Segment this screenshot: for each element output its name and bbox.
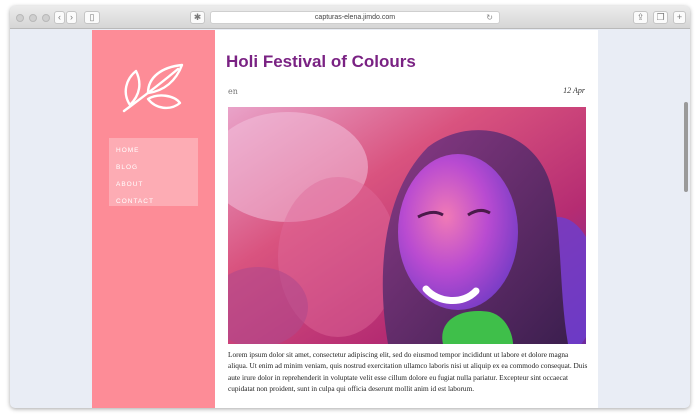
browser-toolbar: ‹ › ▯ ✱ capturas-elena.jimdo.com ↻ ⇪ ❐ +	[10, 6, 690, 29]
post-title: Holi Festival of Colours	[226, 52, 416, 71]
post-content: Holi Festival of Colours en 12 Apr Lorem…	[225, 30, 590, 408]
nav-item-about[interactable]: ABOUT	[109, 176, 198, 193]
sidebar-toggle-button[interactable]: ▯	[84, 11, 100, 24]
nav-item-blog[interactable]: BLOG	[109, 159, 198, 176]
close-window-button[interactable]	[16, 14, 24, 22]
post-date: 12 Apr	[563, 86, 585, 95]
forward-button[interactable]: ›	[66, 11, 77, 24]
share-icon: ⇪	[636, 12, 645, 22]
plus-icon: +	[676, 12, 683, 22]
main-navigation: HOME BLOG ABOUT CONTACT	[109, 138, 198, 206]
tabs-icon: ❐	[656, 12, 665, 22]
tabs-button[interactable]: ❐	[653, 11, 668, 24]
chevron-right-icon: ›	[70, 12, 73, 22]
zoom-window-button[interactable]	[42, 14, 50, 22]
url-text: capturas-elena.jimdo.com	[314, 14, 396, 21]
extension-button[interactable]: ✱	[190, 11, 205, 24]
reload-icon[interactable]: ↻	[486, 12, 493, 23]
puzzle-icon: ✱	[193, 12, 202, 22]
holi-photo	[228, 107, 586, 344]
browser-window: ‹ › ▯ ✱ capturas-elena.jimdo.com ↻ ⇪ ❐ +	[10, 6, 690, 408]
nav-item-contact[interactable]: CONTACT	[109, 193, 198, 210]
site-sidebar: HOME BLOG ABOUT CONTACT	[92, 30, 215, 408]
address-bar[interactable]: capturas-elena.jimdo.com ↻	[210, 11, 500, 24]
sidebar-icon: ▯	[89, 12, 95, 22]
new-tab-button[interactable]: +	[673, 11, 686, 24]
post-language: en	[228, 87, 238, 96]
web-page: HOME BLOG ABOUT CONTACT Holi Festival of…	[92, 30, 598, 408]
chevron-left-icon: ‹	[58, 12, 61, 22]
page-scrollbar[interactable]	[684, 102, 688, 192]
back-button[interactable]: ‹	[54, 11, 65, 24]
leaf-logo-icon[interactable]	[118, 59, 188, 117]
post-body: Lorem ipsum dolor sit amet, consectetur …	[228, 350, 588, 394]
nav-item-home[interactable]: HOME	[109, 142, 198, 159]
minimize-window-button[interactable]	[29, 14, 37, 22]
share-button[interactable]: ⇪	[633, 11, 648, 24]
